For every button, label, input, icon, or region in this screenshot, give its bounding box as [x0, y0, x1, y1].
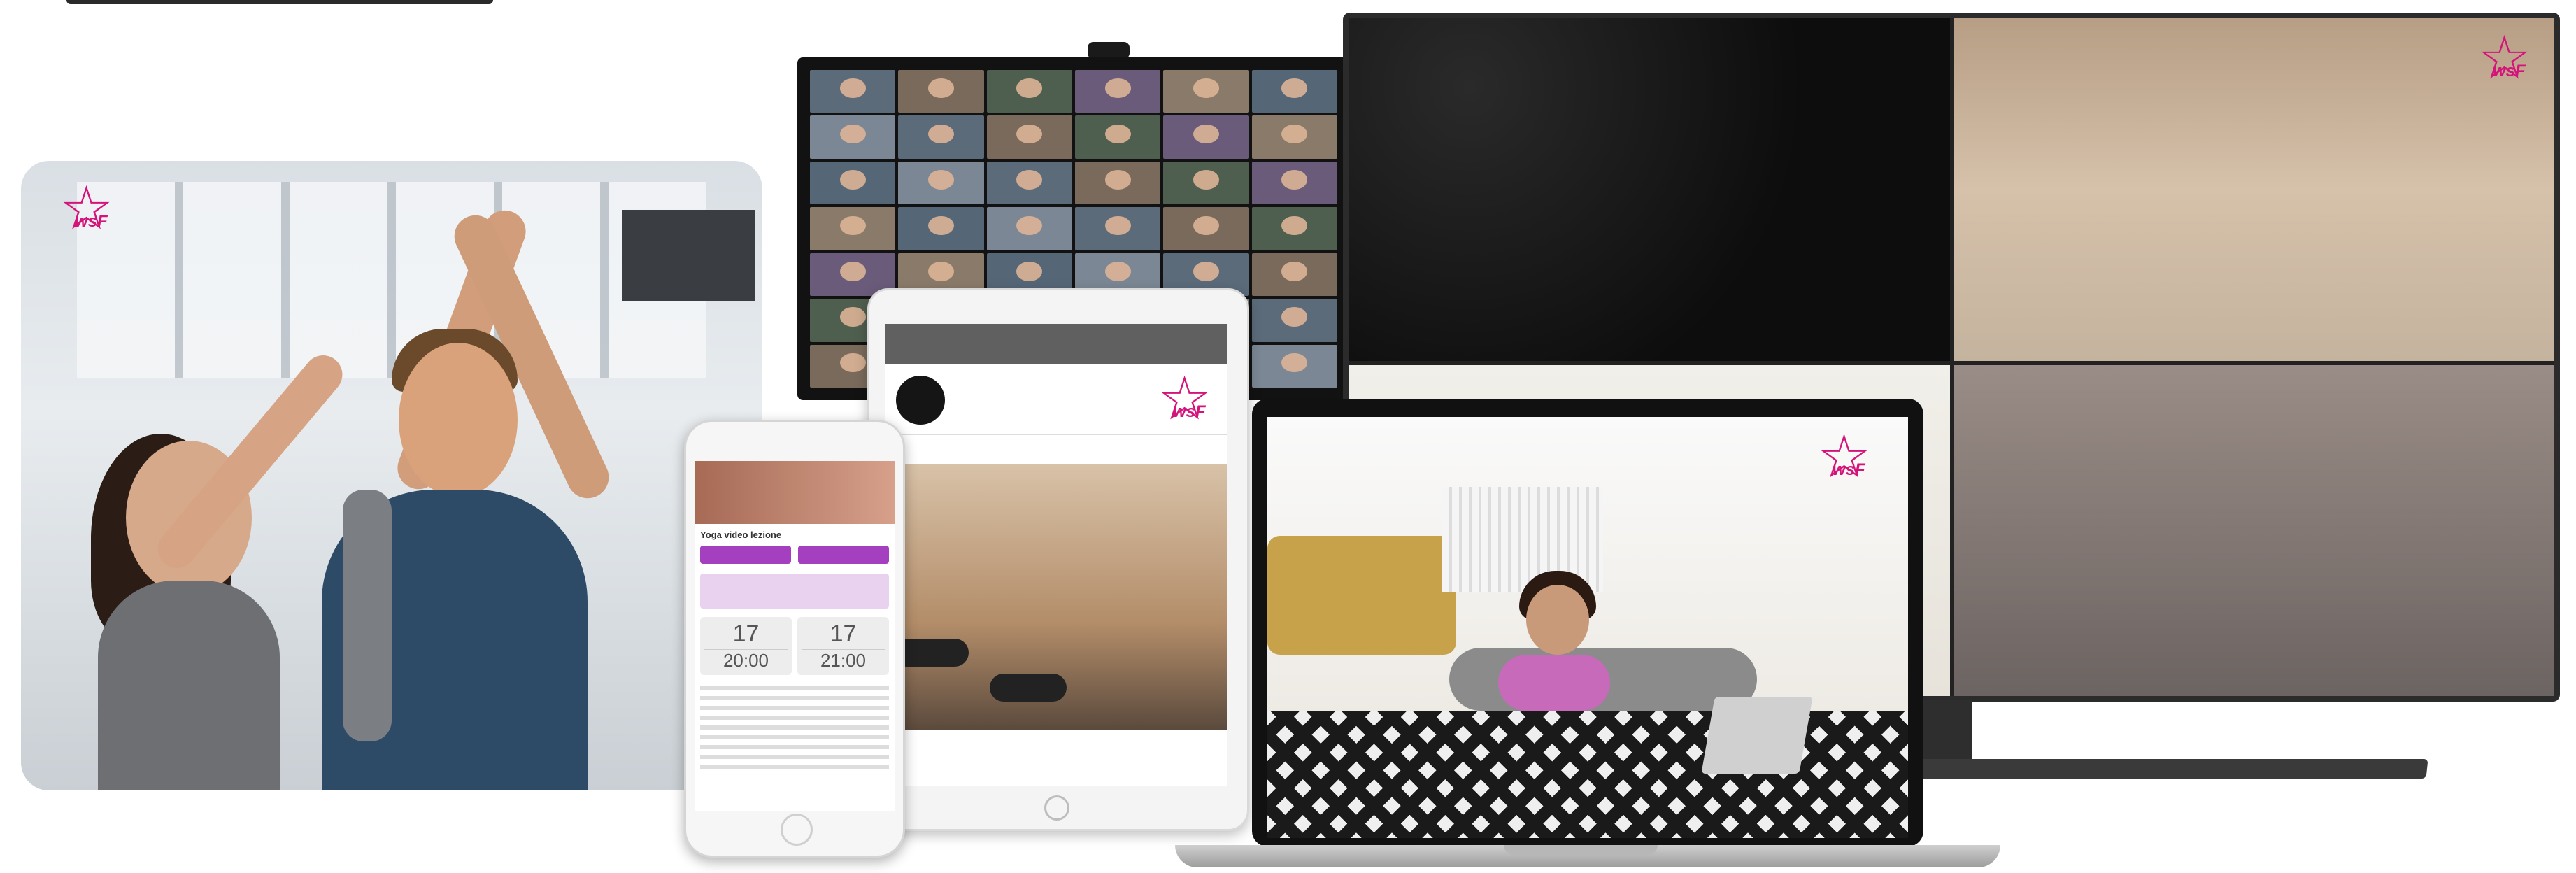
participant-video-tile[interactable]	[1075, 115, 1161, 159]
class-title: Yoga video lezione	[700, 530, 782, 540]
session-time: 21:00	[802, 649, 885, 671]
participant-video-tile[interactable]	[986, 161, 1072, 205]
phone-device: Yoga video lezione 17 20:00 17 21:00	[684, 420, 905, 858]
tablet-screen: ☆ wsF	[885, 324, 1227, 786]
participant-video-tile[interactable]	[810, 115, 896, 159]
wsf-logo-tablet: ☆ wsF	[1158, 369, 1221, 432]
laptop-screen: ☆ wsF	[1267, 417, 1908, 838]
gym-window	[77, 182, 706, 378]
gym-wall-screen	[622, 210, 755, 301]
tablet-app-bar	[885, 324, 1227, 364]
wsf-logo-gym: ☆ wsF	[59, 178, 122, 241]
participant-video-tile[interactable]	[1251, 344, 1337, 388]
participant-video-tile[interactable]	[1163, 70, 1249, 113]
man-head	[399, 343, 518, 497]
participant-video-tile[interactable]	[898, 207, 984, 250]
dumbbell	[990, 674, 1067, 702]
participant-video-tile[interactable]	[986, 207, 1072, 250]
woman-top	[1498, 655, 1610, 711]
participant-video-tile[interactable]	[1163, 115, 1249, 159]
laptop-on-floor	[1701, 697, 1813, 774]
participant-video-tile[interactable]	[1251, 70, 1337, 113]
participant-video-tile[interactable]	[1251, 207, 1337, 250]
info-note	[700, 574, 889, 609]
tv-quadrant-dark-workout	[1349, 18, 1950, 361]
phone-screen: Yoga video lezione 17 20:00 17 21:00	[695, 461, 895, 811]
participant-video-tile[interactable]	[1251, 161, 1337, 205]
class-description	[700, 686, 889, 770]
participant-video-tile[interactable]	[1075, 207, 1161, 250]
session-time: 20:00	[704, 649, 788, 671]
logo-text: wsF	[1833, 460, 1865, 479]
wsf-logo-laptop: ☆ wsF	[1817, 427, 1880, 490]
session-dates: 17 20:00 17 21:00	[695, 613, 895, 679]
participant-video-tile[interactable]	[986, 115, 1072, 159]
home-button[interactable]	[1044, 795, 1069, 821]
session-date-2[interactable]: 17 21:00	[797, 617, 889, 675]
participant-video-tile[interactable]	[1251, 299, 1337, 342]
participant-video-tile[interactable]	[1075, 70, 1161, 113]
tv-quadrant-gym-workout: ☆ wsF	[1954, 18, 2554, 361]
session-date-1[interactable]: 17 20:00	[700, 617, 792, 675]
gym-photo-panel: ☆ wsF	[21, 161, 762, 790]
participant-video-tile[interactable]	[1251, 253, 1337, 297]
logo-text: wsF	[1173, 402, 1206, 421]
woman-torso	[98, 581, 280, 790]
participant-video-tile[interactable]	[810, 70, 896, 113]
participant-video-tile[interactable]	[810, 161, 896, 205]
tv-quadrant-stretching-class	[1954, 365, 2554, 696]
tv-stand	[1916, 700, 1972, 762]
class-hero-image	[695, 461, 895, 524]
tv-foot	[1908, 759, 2428, 779]
participant-video-tile[interactable]	[898, 70, 984, 113]
participant-video-tile[interactable]	[986, 70, 1072, 113]
wsf-logo-tv: ☆ wsF	[2477, 28, 2540, 91]
tablet-device: ☆ wsF	[867, 288, 1249, 831]
secondary-action-button[interactable]	[798, 546, 889, 564]
patterned-rug	[1267, 711, 1908, 838]
session-day: 17	[732, 620, 760, 647]
sofa	[1267, 536, 1456, 655]
home-button[interactable]	[781, 814, 813, 846]
participant-video-tile[interactable]	[1163, 207, 1249, 250]
participant-video-tile[interactable]	[898, 115, 984, 159]
primary-action-button[interactable]	[700, 546, 791, 564]
logo-text: wsF	[2493, 62, 2526, 80]
top-edge-bar	[66, 0, 493, 4]
participant-video-tile[interactable]	[898, 161, 984, 205]
laptop-notch	[1504, 845, 1658, 855]
webcam	[1088, 42, 1130, 59]
logo-text: wsF	[75, 212, 108, 231]
profile-avatar[interactable]	[896, 376, 945, 425]
towel	[343, 490, 392, 741]
laptop-device: ☆ wsF	[1252, 399, 1923, 846]
participant-video-tile[interactable]	[1251, 115, 1337, 159]
tablet-workout-photo	[885, 464, 1227, 730]
participant-video-tile[interactable]	[810, 207, 896, 250]
tablet-profile-header: ☆ wsF	[885, 364, 1227, 435]
session-day: 17	[830, 620, 857, 647]
woman-head	[1526, 585, 1589, 655]
action-buttons	[695, 540, 895, 569]
participant-video-tile[interactable]	[1163, 161, 1249, 205]
participant-video-tile[interactable]	[1075, 161, 1161, 205]
